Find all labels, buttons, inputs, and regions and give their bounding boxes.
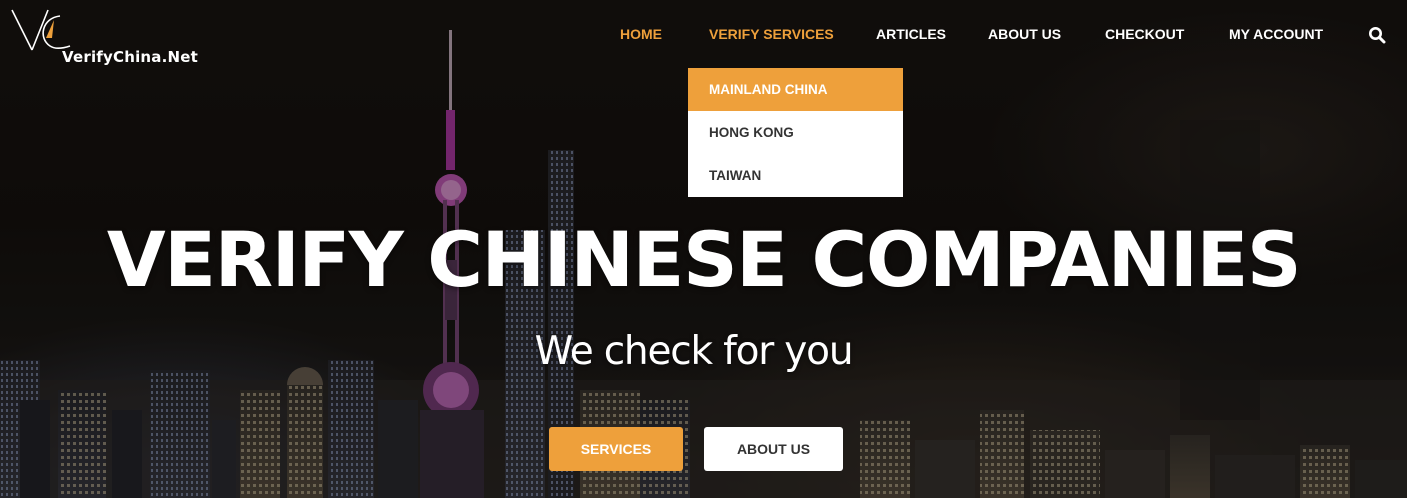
nav-item-my-account[interactable]: MY ACCOUNT bbox=[1229, 26, 1323, 42]
nav-item-home[interactable]: HOME bbox=[620, 26, 662, 42]
nav-item-articles[interactable]: ARTICLES bbox=[876, 26, 946, 42]
verify-services-dropdown: MAINLAND CHINA HONG KONG TAIWAN bbox=[688, 68, 903, 197]
search-icon[interactable] bbox=[1368, 26, 1386, 44]
nav-item-about-us[interactable]: ABOUT US bbox=[988, 26, 1061, 42]
hero-headline: VERIFY CHINESE COMPANIES bbox=[106, 215, 1302, 304]
dropdown-item-mainland-china[interactable]: MAINLAND CHINA bbox=[688, 68, 903, 111]
main-navigation: HOME VERIFY SERVICES ARTICLES ABOUT US C… bbox=[0, 26, 1407, 48]
dropdown-item-taiwan[interactable]: TAIWAN bbox=[688, 154, 903, 197]
hero-section: VerifyChina.Net HOME VERIFY SERVICES ART… bbox=[0, 0, 1407, 498]
about-us-button[interactable]: ABOUT US bbox=[704, 427, 843, 471]
hero-subheadline: We check for you bbox=[534, 329, 854, 374]
nav-item-checkout[interactable]: CHECKOUT bbox=[1105, 26, 1184, 42]
dropdown-item-hong-kong[interactable]: HONG KONG bbox=[688, 111, 903, 154]
nav-item-verify-services[interactable]: VERIFY SERVICES bbox=[709, 26, 834, 42]
brand-name[interactable]: VerifyChina.Net bbox=[62, 48, 198, 66]
services-button[interactable]: SERVICES bbox=[549, 427, 683, 471]
